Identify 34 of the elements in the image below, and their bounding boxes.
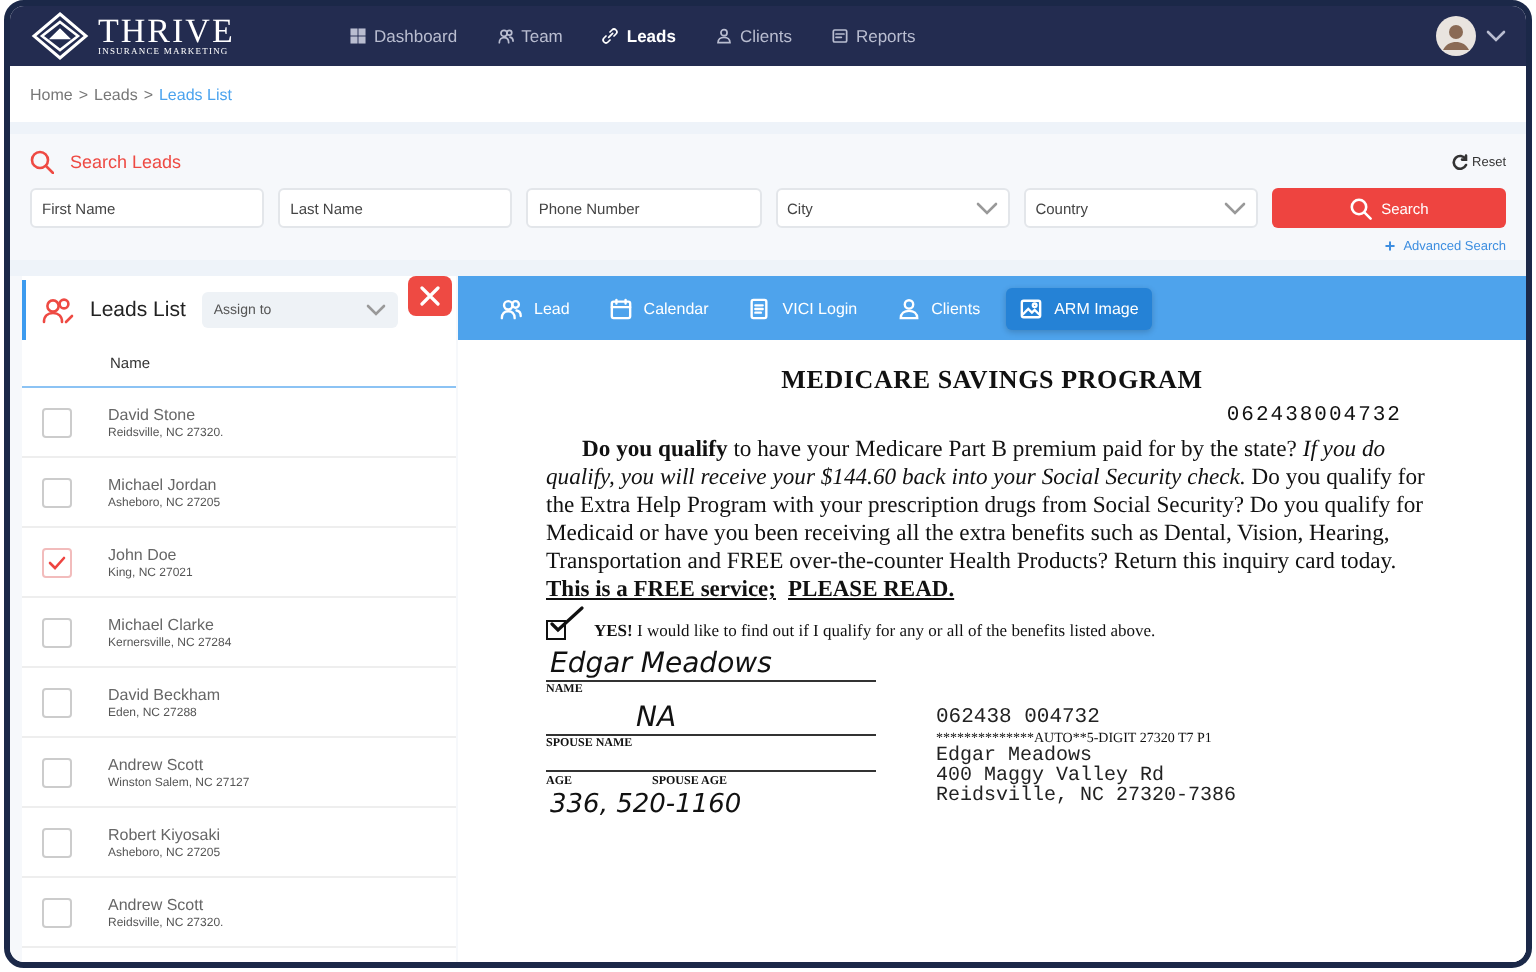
- address-line: 400 Maggy Valley Rd: [936, 768, 1165, 788]
- mailing-code: 062438 004732: [936, 708, 1102, 728]
- handwritten-entry: NA: [546, 702, 876, 736]
- notice-text: This is a FREE service;: [546, 578, 776, 602]
- nav-link[interactable]: Clients: [715, 26, 792, 46]
- notice-text: PLEASE READ.: [788, 578, 955, 602]
- address-line: Edgar Meadows: [936, 748, 1093, 768]
- nav-link[interactable]: Reports: [831, 26, 916, 46]
- address-line: Reidsville, NC 27320-7386: [936, 788, 1237, 808]
- lead-name[interactable]: David Stone: [108, 404, 224, 428]
- document-number: 062438004732: [1224, 404, 1402, 428]
- panel-title: Leads List: [90, 298, 186, 322]
- lead-name[interactable]: David Beckham: [108, 684, 221, 708]
- handwritten-entry: Edgar Meadows: [546, 648, 876, 682]
- lead-name[interactable]: Robert Kiyosaki: [108, 824, 221, 848]
- logo-title: THRIVE: [98, 15, 235, 45]
- nav-link[interactable]: Leads: [602, 26, 676, 46]
- lead-name[interactable]: John Doe: [108, 544, 193, 568]
- document-paragraph: Do you qualify to have your Medicare Part B premium paid for by the state? If you do qualify, you will receive your $144.60 back into your Social Security check. Do you qualify for the Extra Help Program with your prescription drugs from Social Security? Do you qualify for Medicaid or have you been receiving all the extra benefits such as Dental, Vision, Hearing, Transportation and FREE over-the-counter Health Products? Return this inquiry card today.: [546, 436, 1427, 576]
- document-title: MEDICARE SAVINGS PROGRAM: [779, 364, 1205, 396]
- lead-name[interactable]: Andrew Scott: [108, 754, 250, 778]
- breadcrumb-separator: >: [78, 85, 89, 103]
- tab[interactable]: ARM Image: [1006, 287, 1153, 329]
- nav-link[interactable]: Team: [497, 26, 563, 46]
- breadcrumb-separator: >: [143, 85, 153, 103]
- consent-text: YES! I would like to find out if I qualify for any or all of the benefits listed above.: [594, 620, 1156, 640]
- lead-name[interactable]: Michael Jordan: [108, 474, 221, 498]
- breadcrumb-link[interactable]: Home: [30, 85, 73, 103]
- lead-name[interactable]: Andrew Scott: [108, 894, 224, 918]
- handwritten-entry: 336, 520-1160: [548, 790, 744, 822]
- nav-link[interactable]: Dashboard: [350, 26, 458, 46]
- lead-name[interactable]: Michael Clarke: [108, 614, 232, 638]
- breadcrumb-link[interactable]: Leads: [94, 85, 138, 103]
- section-title: Search Leads: [70, 152, 182, 172]
